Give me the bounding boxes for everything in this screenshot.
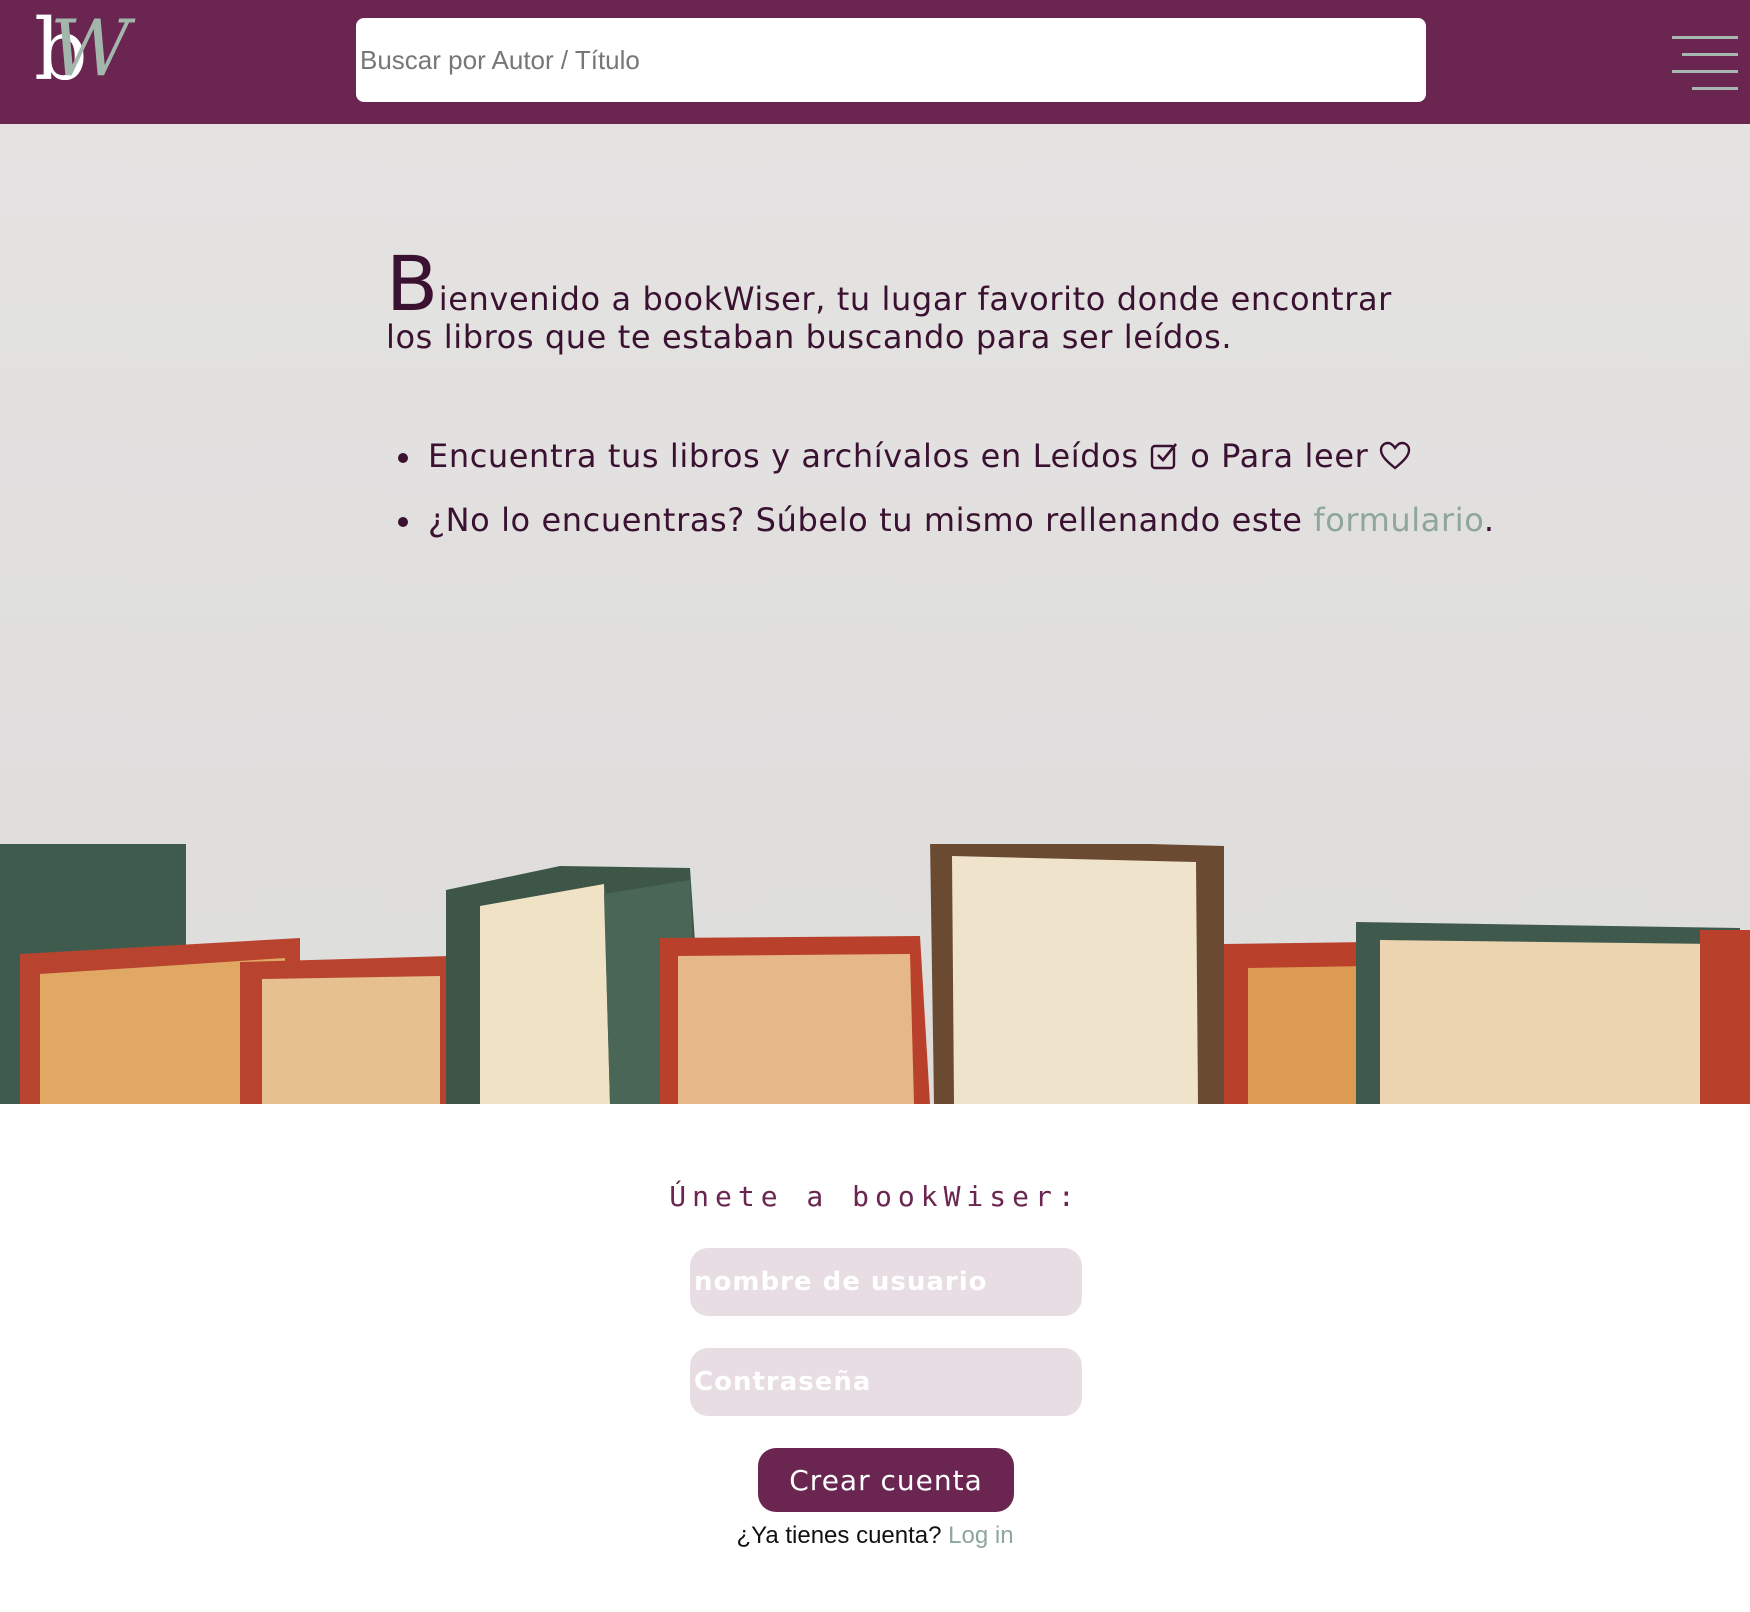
checkbox-icon — [1149, 428, 1179, 492]
search-input[interactable] — [356, 18, 1426, 102]
form-link[interactable]: formulario — [1313, 501, 1483, 539]
logo-letter-w: W — [50, 4, 131, 94]
bookwiser-logo[interactable]: b W — [34, 8, 134, 108]
login-link[interactable]: Log in — [948, 1522, 1013, 1549]
features-list: Encuentra tus libros y archívalos en Leí… — [394, 424, 1594, 552]
hero-section: Bienvenido a bookWiser, tu lugar favorit… — [0, 124, 1750, 1104]
feature-upload-period: . — [1483, 501, 1495, 539]
feature-to-read-text: o Para leer — [1190, 437, 1369, 475]
hamburger-menu-icon[interactable] — [1672, 36, 1738, 90]
login-prompt: ¿Ya tienes cuenta? Log in — [0, 1522, 1750, 1550]
feature-item-upload: ¿No lo encuentras? Súbelo tu mismo relle… — [394, 488, 1594, 552]
password-field[interactable] — [690, 1348, 1082, 1416]
welcome-text-body: ienvenido a bookWiser, tu lugar favorito… — [386, 280, 1392, 356]
create-account-button[interactable]: Crear cuenta — [758, 1448, 1014, 1512]
top-nav-bar: b W — [0, 0, 1750, 124]
books-illustration — [0, 844, 1750, 1104]
have-account-text: ¿Ya tienes cuenta? — [736, 1522, 942, 1549]
heart-icon — [1379, 428, 1411, 492]
signup-title: Únete a bookWiser: — [669, 1180, 1081, 1213]
welcome-text: Bienvenido a bookWiser, tu lugar favorit… — [386, 246, 1426, 357]
feature-item-archive: Encuentra tus libros y archívalos en Leí… — [394, 424, 1594, 488]
username-field[interactable] — [690, 1248, 1082, 1316]
feature-archive-text: Encuentra tus libros y archívalos en Leí… — [428, 437, 1139, 475]
welcome-drop-cap: B — [386, 239, 439, 328]
feature-upload-text: ¿No lo encuentras? Súbelo tu mismo relle… — [428, 501, 1303, 539]
